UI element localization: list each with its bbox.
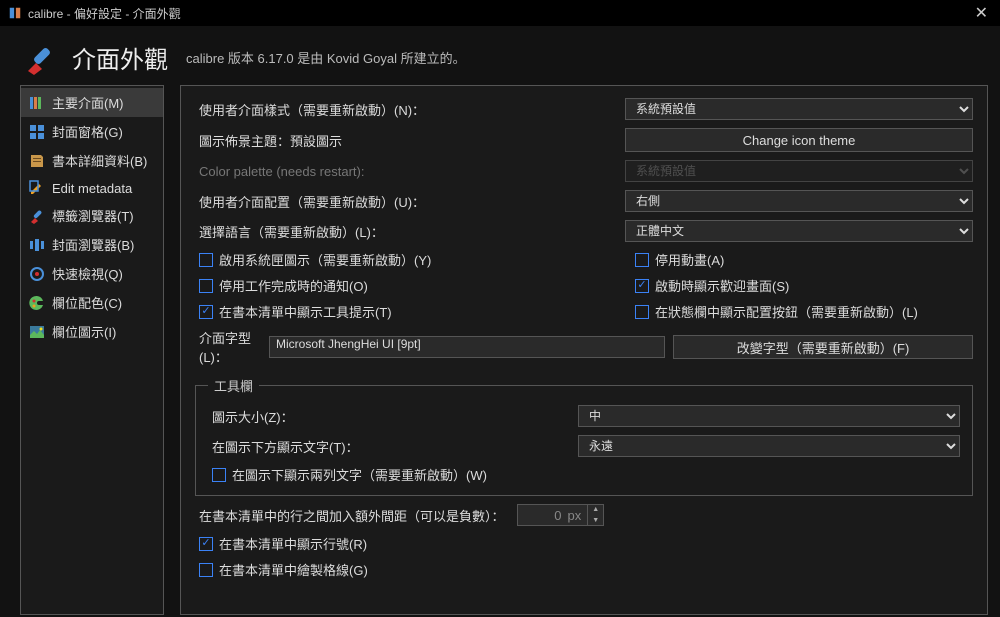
lang-label: 選擇語言（需要重新啟動）(L)： [195, 222, 625, 241]
spacing-spinbox[interactable]: 0 px ▲▼ [517, 504, 605, 526]
edit-icon [29, 180, 45, 196]
close-icon[interactable]: ✕ [971, 3, 992, 23]
picture-icon [29, 324, 45, 340]
welcome-checkbox[interactable]: 啟動時顯示歡迎畫面(S) [635, 276, 789, 295]
header: 介面外觀 calibre 版本 6.17.0 是由 Kovid Goyal 所建… [0, 26, 1000, 85]
brush-icon [24, 41, 58, 75]
sidebar-item-coverflow[interactable]: 封面瀏覽器(B) [21, 230, 163, 259]
sidebar-item-icons[interactable]: 欄位圖示(I) [21, 317, 163, 346]
layout-label: 使用者介面配置（需要重新啟動）(U)： [195, 192, 625, 211]
text-under-label: 在圖示下方顯示文字(T)： [208, 437, 578, 456]
spin-up-icon[interactable]: ▲ [587, 504, 603, 515]
books-icon [29, 95, 45, 111]
systray-checkbox[interactable]: 啟用系統匣圖示（需要重新啟動）(Y) [199, 250, 635, 269]
book-icon [29, 153, 45, 169]
icon-size-select[interactable]: 中 [578, 405, 960, 427]
palette-label: Color palette (needs restart): [195, 164, 625, 179]
sidebar-item-main[interactable]: 主要介面(M) [21, 88, 163, 117]
window-title: calibre - 偏好設定 - 介面外觀 [28, 5, 181, 22]
sidebar-item-quickview[interactable]: 快速檢視(Q) [21, 259, 163, 288]
text-under-select[interactable]: 永遠 [578, 435, 960, 457]
palette-icon [29, 295, 45, 311]
sidebar-item-grid[interactable]: 封面窗格(G) [21, 117, 163, 146]
page-subtitle: calibre 版本 6.17.0 是由 Kovid Goyal 所建立的。 [186, 48, 466, 67]
sidebar-item-details[interactable]: 書本詳細資料(B) [21, 146, 163, 175]
ui-style-label: 使用者介面樣式（需要重新啟動）(N)： [195, 100, 625, 119]
app-icon [8, 6, 22, 20]
lang-select[interactable]: 正體中文 [625, 220, 973, 242]
change-font-button[interactable]: 改變字型（需要重新啟動）(F) [673, 335, 973, 359]
toolbar-legend: 工具欄 [208, 376, 259, 395]
titlebar: calibre - 偏好設定 - 介面外觀 ✕ [0, 0, 1000, 26]
spacing-label: 在書本清單中的行之間加入額外間距（可以是負數）： [199, 506, 505, 525]
font-label: 介面字型(L)： [199, 328, 261, 366]
sidebar-item-metadata[interactable]: Edit metadata [21, 175, 163, 201]
page-title: 介面外觀 [72, 40, 168, 75]
brush-small-icon [29, 208, 45, 224]
layout-select[interactable]: 右側 [625, 190, 973, 212]
coverflow-icon [29, 237, 45, 253]
target-icon [29, 266, 45, 282]
ui-style-select[interactable]: 系統預設值 [625, 98, 973, 120]
palette-select: 系統預設值 [625, 160, 973, 182]
grid-icon [29, 124, 45, 140]
sidebar-item-tags[interactable]: 標籤瀏覽器(T) [21, 201, 163, 230]
main-panel: 使用者介面樣式（需要重新啟動）(N)： 系統預設值 圖示佈景主題：預設圖示 Ch… [180, 85, 988, 615]
sidebar-item-colors[interactable]: 欄位配色(C) [21, 288, 163, 317]
gridlines-checkbox[interactable]: 在書本清單中繪製格線(G) [199, 560, 973, 579]
sidebar: 主要介面(M) 封面窗格(G) 書本詳細資料(B) Edit metadata … [20, 85, 164, 615]
toolbar-fieldset: 工具欄 圖示大小(Z)： 中 在圖示下方顯示文字(T)： 永遠 在圖示下顯示兩列… [195, 376, 973, 496]
disable-anim-checkbox[interactable]: 停用動畫(A) [635, 250, 724, 269]
change-icon-theme-button[interactable]: Change icon theme [625, 128, 973, 152]
tooltip-checkbox[interactable]: 在書本清單中顯示工具提示(T) [199, 302, 635, 321]
font-display: Microsoft JhengHei UI [9pt] [269, 336, 665, 358]
row-num-checkbox[interactable]: 在書本清單中顯示行號(R) [199, 534, 973, 553]
two-lines-checkbox[interactable]: 在圖示下顯示兩列文字（需要重新啟動）(W) [212, 465, 960, 484]
statusbar-checkbox[interactable]: 在狀態欄中顯示配置按鈕（需要重新啟動）(L) [635, 302, 918, 321]
icon-theme-label: 圖示佈景主題：預設圖示 [195, 131, 625, 150]
notify-checkbox[interactable]: 停用工作完成時的通知(O) [199, 276, 635, 295]
icon-size-label: 圖示大小(Z)： [208, 407, 578, 426]
spin-down-icon[interactable]: ▼ [587, 515, 603, 526]
